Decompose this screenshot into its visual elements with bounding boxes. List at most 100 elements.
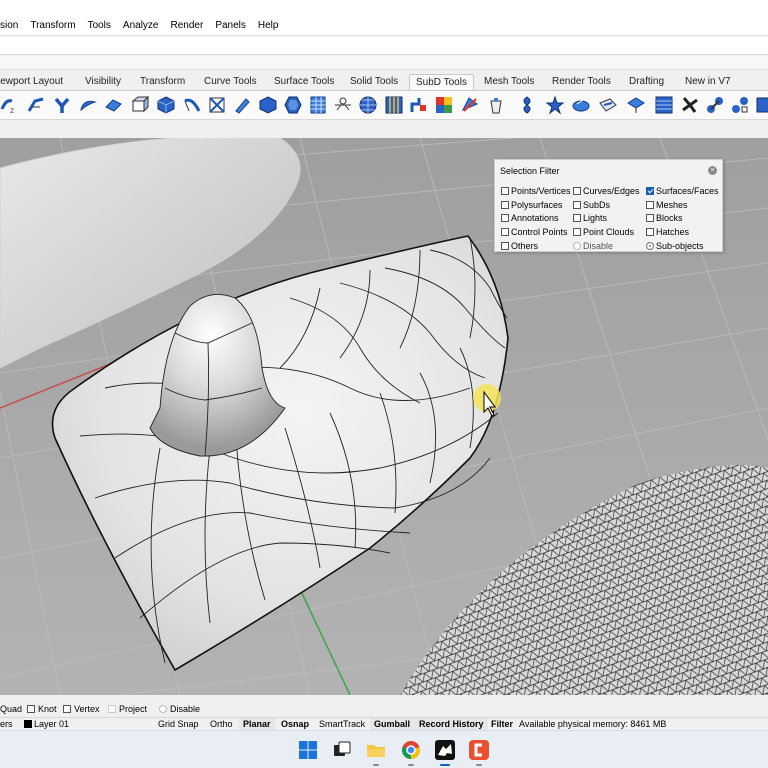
smarttrack-toggle[interactable]: SmartTrack [319, 719, 365, 729]
checkbox[interactable] [646, 201, 654, 209]
tab-drafting[interactable]: Drafting [629, 76, 664, 87]
close-icon[interactable]: × [708, 166, 717, 175]
menu-item-panels[interactable]: Panels [215, 20, 246, 31]
filter-polysurfaces[interactable]: Polysurfaces [501, 200, 563, 210]
tab-solid-tools[interactable]: Solid Tools [350, 76, 398, 87]
subd-box-icon[interactable] [26, 95, 46, 115]
checkbox[interactable] [573, 214, 581, 222]
checkbox[interactable] [108, 705, 116, 713]
menu-item-analyze[interactable]: Analyze [123, 20, 159, 31]
subd-primitive-icon[interactable]: 2 [0, 95, 20, 115]
task-view-icon[interactable] [331, 739, 353, 761]
subd-panel-icon[interactable] [384, 95, 404, 115]
subd-cube-icon[interactable] [156, 95, 176, 115]
multipipe-icon[interactable] [52, 95, 72, 115]
filter-disable[interactable]: Disable [573, 241, 613, 251]
file-explorer-icon[interactable] [365, 739, 387, 766]
subd-stretch-icon[interactable] [104, 95, 124, 115]
menu-item-transform[interactable]: Transform [30, 20, 75, 31]
filter-blocks[interactable]: Blocks [646, 213, 683, 223]
filter-annotations[interactable]: Annotations [501, 213, 559, 223]
subd-extra-icon[interactable] [755, 95, 768, 115]
menu-item-tools[interactable]: Tools [88, 20, 111, 31]
checkbox[interactable] [501, 242, 509, 250]
filter-others[interactable]: Others [501, 241, 538, 251]
grid-snap-toggle[interactable]: Grid Snap [158, 719, 199, 729]
screen-recorder-icon[interactable] [468, 739, 490, 766]
subd-cone-icon[interactable] [130, 95, 150, 115]
checkbox[interactable] [573, 201, 581, 209]
filter-sub-objects[interactable]: Sub-objects [646, 241, 704, 251]
filter-point-clouds[interactable]: Point Clouds [573, 227, 634, 237]
checkbox[interactable] [573, 187, 581, 195]
osnap-vertex[interactable]: Vertex [63, 704, 100, 714]
menu-item-help[interactable]: Help [258, 20, 279, 31]
command-prompt[interactable] [0, 56, 768, 70]
subd-edit-icon[interactable] [460, 95, 480, 115]
tab-curve-tools[interactable]: Curve Tools [204, 76, 257, 87]
rhino-icon[interactable] [434, 739, 456, 766]
filter-curves-edges[interactable]: Curves/Edges [573, 186, 640, 196]
menu-item-dimension[interactable]: sion [0, 20, 18, 31]
checkbox[interactable] [501, 214, 509, 222]
subd-fan-icon[interactable] [654, 95, 674, 115]
tab-viewport-layout[interactable]: iewport Layout [0, 76, 63, 87]
osnap-project[interactable]: Project [108, 704, 147, 714]
checkbox[interactable] [501, 228, 509, 236]
subd-rename-icon[interactable] [598, 95, 618, 115]
weld-icon[interactable] [333, 95, 353, 115]
checkbox[interactable] [573, 228, 581, 236]
tab-transform[interactable]: Transform [140, 76, 185, 87]
checkbox-checked[interactable] [646, 187, 654, 195]
subd-color-icon[interactable] [434, 95, 454, 115]
subd-hexagon-icon[interactable] [283, 95, 303, 115]
subd-dots-icon[interactable] [680, 95, 700, 115]
subd-fillet-icon[interactable] [78, 95, 98, 115]
checkbox[interactable] [646, 214, 654, 222]
tab-new-in-v7[interactable]: New in V7 [685, 76, 731, 87]
tab-visibility[interactable]: Visibility [85, 76, 121, 87]
tab-subd-tools[interactable]: SubD Tools [409, 74, 474, 90]
filter-subds[interactable]: SubDs [573, 200, 610, 210]
subd-sphere-icon[interactable] [258, 95, 278, 115]
filter-surfaces-faces[interactable]: Surfaces/Faces [646, 186, 719, 196]
filter-lights[interactable]: Lights [573, 213, 607, 223]
filter-points-vertices[interactable]: Points/Vertices [501, 186, 571, 196]
subd-grid-icon[interactable] [308, 95, 328, 115]
tab-surface-tools[interactable]: Surface Tools [274, 76, 334, 87]
filter-meshes[interactable]: Meshes [646, 200, 688, 210]
osnap-knot[interactable]: Knot [27, 704, 57, 714]
subd-pencil-icon[interactable] [232, 95, 252, 115]
checkbox[interactable] [501, 201, 509, 209]
checkbox[interactable] [63, 705, 71, 713]
checkbox[interactable] [27, 705, 35, 713]
windows-start-icon[interactable] [297, 739, 319, 761]
planar-toggle[interactable]: Planar [243, 719, 271, 729]
subd-join-icon[interactable] [705, 95, 725, 115]
checkbox[interactable] [501, 187, 509, 195]
filter-hatches[interactable]: Hatches [646, 227, 689, 237]
ortho-toggle[interactable]: Ortho [210, 719, 233, 729]
symmetry-icon[interactable] [517, 95, 537, 115]
chrome-icon[interactable] [400, 739, 422, 766]
radio[interactable] [573, 242, 581, 250]
toggle-smooth-icon[interactable] [207, 95, 227, 115]
menu-item-render[interactable]: Render [171, 20, 204, 31]
gumball-toggle[interactable]: Gumball [374, 719, 410, 729]
radio[interactable] [159, 705, 167, 713]
osnap-disable[interactable]: Disable [159, 704, 200, 714]
radio-selected[interactable] [646, 242, 654, 250]
osnap-quad[interactable]: Quad [0, 704, 22, 714]
subd-lens-icon[interactable] [571, 95, 591, 115]
subd-more-icon[interactable] [730, 95, 750, 115]
filter-toggle[interactable]: Filter [491, 719, 513, 729]
subd-bucket-icon[interactable] [486, 95, 506, 115]
tab-mesh-tools[interactable]: Mesh Tools [484, 76, 534, 87]
tab-render-tools[interactable]: Render Tools [552, 76, 611, 87]
current-layer[interactable]: Layer 01 [24, 719, 69, 729]
subd-sweep-icon[interactable] [182, 95, 202, 115]
subd-mesh-icon[interactable] [626, 95, 646, 115]
osnap-toggle[interactable]: Osnap [281, 719, 309, 729]
subd-globe-icon[interactable] [358, 95, 378, 115]
filter-control-points[interactable]: Control Points [501, 227, 568, 237]
